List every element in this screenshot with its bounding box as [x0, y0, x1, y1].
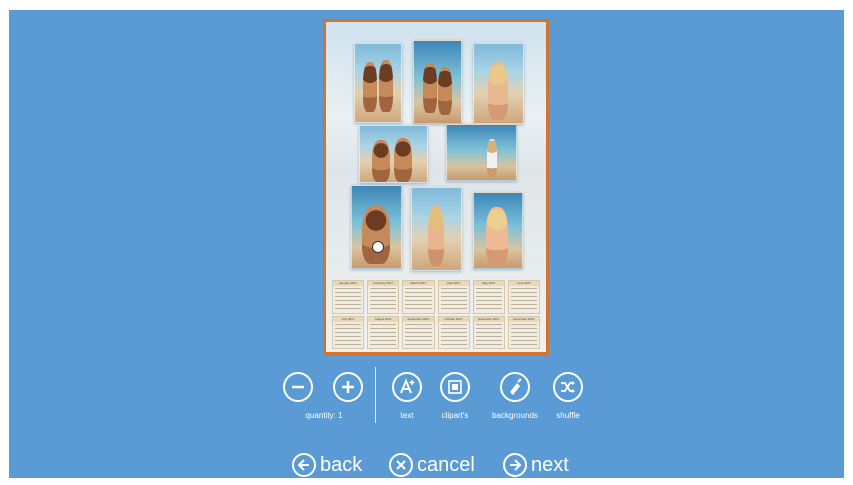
quantity-label: quantity: 1 — [305, 411, 343, 420]
collage-preview[interactable]: January 2017 February 2017 March 2017 Ap… — [323, 19, 549, 355]
cancel-label: cancel — [417, 454, 475, 476]
arrow-left-icon — [292, 453, 316, 477]
cancel-button[interactable]: cancel — [389, 452, 475, 478]
calendar-month: September 2017 — [402, 315, 435, 349]
plus-icon — [342, 381, 354, 393]
calendar-month: June 2017 — [507, 280, 540, 314]
photo-4[interactable] — [359, 125, 428, 183]
clipart-icon — [448, 380, 462, 394]
photo-3[interactable] — [473, 43, 524, 124]
quantity-increase-button[interactable] — [333, 372, 363, 402]
calendar-grid: January 2017 February 2017 March 2017 Ap… — [332, 280, 540, 349]
cliparts-button[interactable] — [440, 372, 470, 402]
next-button[interactable]: next — [503, 452, 569, 478]
calendar-month: November 2017 — [472, 315, 505, 349]
photo-6[interactable] — [351, 185, 402, 269]
add-text-button[interactable] — [392, 372, 422, 402]
photo-5[interactable] — [446, 124, 517, 181]
calendar-month: August 2017 — [367, 315, 400, 349]
calendar-month: July 2017 — [332, 315, 365, 349]
photo-8[interactable] — [473, 192, 523, 269]
backgrounds-button[interactable] — [500, 372, 530, 402]
next-label: next — [531, 454, 569, 476]
close-icon — [389, 453, 413, 477]
shuffle-button[interactable] — [553, 372, 583, 402]
photo-7[interactable] — [411, 187, 462, 271]
shuffle-icon — [561, 381, 575, 393]
shuffle-label: shuffle — [556, 411, 580, 420]
calendar-month: October 2017 — [437, 315, 470, 349]
calendar-month: May 2017 — [472, 280, 505, 314]
back-button[interactable]: back — [292, 452, 362, 478]
photo-1[interactable] — [354, 43, 402, 123]
calendar-month: February 2017 — [367, 280, 400, 314]
calendar-month: March 2017 — [402, 280, 435, 314]
calendar-month: April 2017 — [437, 280, 470, 314]
minus-icon — [292, 385, 304, 389]
brush-icon — [510, 378, 522, 395]
calendar-month: January 2017 — [332, 280, 365, 314]
quantity-decrease-button[interactable] — [283, 372, 313, 402]
text-add-icon — [400, 378, 415, 394]
photo-2[interactable] — [413, 40, 462, 124]
arrow-right-icon — [503, 453, 527, 477]
back-label: back — [320, 454, 363, 476]
calendar-month: December 2017 — [507, 315, 540, 349]
